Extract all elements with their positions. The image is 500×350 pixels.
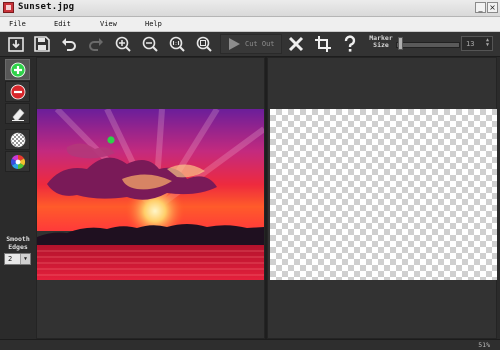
zoom-level: 51% xyxy=(478,341,490,349)
cut-out-label: Cut Out xyxy=(245,40,275,48)
undo-button[interactable] xyxy=(60,35,78,53)
close-window-button[interactable]: × xyxy=(487,2,498,13)
remove-marker-button[interactable] xyxy=(5,81,30,102)
status-bar: 51% xyxy=(0,339,500,350)
cut-out-button[interactable]: Cut Out xyxy=(220,34,282,54)
redo-button[interactable] xyxy=(87,35,105,53)
zoom-actual-size-icon xyxy=(169,36,185,52)
tool-sidebar: Smooth Edges 2 ▼ xyxy=(0,57,34,339)
question-icon xyxy=(344,35,356,52)
smooth-edges-select[interactable]: 2 ▼ xyxy=(4,253,31,265)
source-image-pane[interactable] xyxy=(36,57,265,339)
zoom-in-button[interactable] xyxy=(114,35,132,53)
toolbar: Cut Out Marker Size 13 ▲ ▼ xyxy=(0,32,500,57)
save-button[interactable] xyxy=(33,35,51,53)
menu-file[interactable]: File xyxy=(9,20,26,28)
zoom-out-button[interactable] xyxy=(141,35,159,53)
color-wheel-icon xyxy=(11,155,25,169)
fit-window-button[interactable] xyxy=(195,35,213,53)
undo-icon xyxy=(62,38,76,51)
remove-red-icon xyxy=(10,84,26,100)
close-icon xyxy=(288,36,304,52)
sunset-photo[interactable] xyxy=(37,109,264,280)
background-pattern-button[interactable] xyxy=(5,129,30,150)
app-window: Sunset.jpg _ × File Edit View Help Cut O… xyxy=(0,0,500,350)
keep-marker-button[interactable] xyxy=(5,59,30,80)
window-title: Sunset.jpg xyxy=(18,2,75,12)
crop-button[interactable] xyxy=(314,35,332,53)
menu-view[interactable]: View xyxy=(100,20,117,28)
menu-bar: File Edit View Help xyxy=(0,17,500,32)
marker-size-slider-thumb[interactable] xyxy=(398,37,403,50)
actual-size-button[interactable] xyxy=(168,35,186,53)
background-color-button[interactable] xyxy=(5,151,30,172)
smooth-edges-label: Smooth Edges xyxy=(6,235,30,251)
crop-icon xyxy=(315,36,331,52)
marker-size-spinbox[interactable]: 13 ▲ ▼ xyxy=(461,36,493,51)
zoom-out-icon xyxy=(142,36,158,52)
eraser-icon xyxy=(12,108,25,121)
app-icon xyxy=(3,2,14,13)
menu-edit[interactable]: Edit xyxy=(54,20,71,28)
add-green-icon xyxy=(10,62,26,78)
marker-size-slider-track[interactable] xyxy=(396,42,460,48)
marker-size-value: 13 xyxy=(466,40,475,48)
checker-pattern-icon xyxy=(10,132,26,148)
spin-arrows-icon[interactable]: ▲ ▼ xyxy=(484,38,491,49)
sunset-image xyxy=(37,109,264,280)
menu-help[interactable]: Help xyxy=(145,20,162,28)
zoom-in-icon xyxy=(115,36,131,52)
marker-size-label: Marker Size xyxy=(369,34,393,49)
save-icon xyxy=(34,36,50,52)
chevron-down-icon[interactable]: ▼ xyxy=(20,254,30,264)
transparent-result-canvas xyxy=(270,109,497,280)
title-bar: Sunset.jpg _ × xyxy=(0,0,500,17)
cancel-button[interactable] xyxy=(287,35,305,53)
play-icon xyxy=(229,38,240,50)
redo-icon xyxy=(89,38,103,51)
smooth-edges-value: 2 xyxy=(8,255,13,263)
minimize-button[interactable]: _ xyxy=(475,2,486,13)
zoom-fit-icon xyxy=(196,36,212,52)
help-button[interactable] xyxy=(341,35,359,53)
eraser-button[interactable] xyxy=(5,103,30,124)
open-button[interactable] xyxy=(7,35,25,53)
open-icon xyxy=(8,37,24,52)
result-preview-pane xyxy=(267,57,497,339)
